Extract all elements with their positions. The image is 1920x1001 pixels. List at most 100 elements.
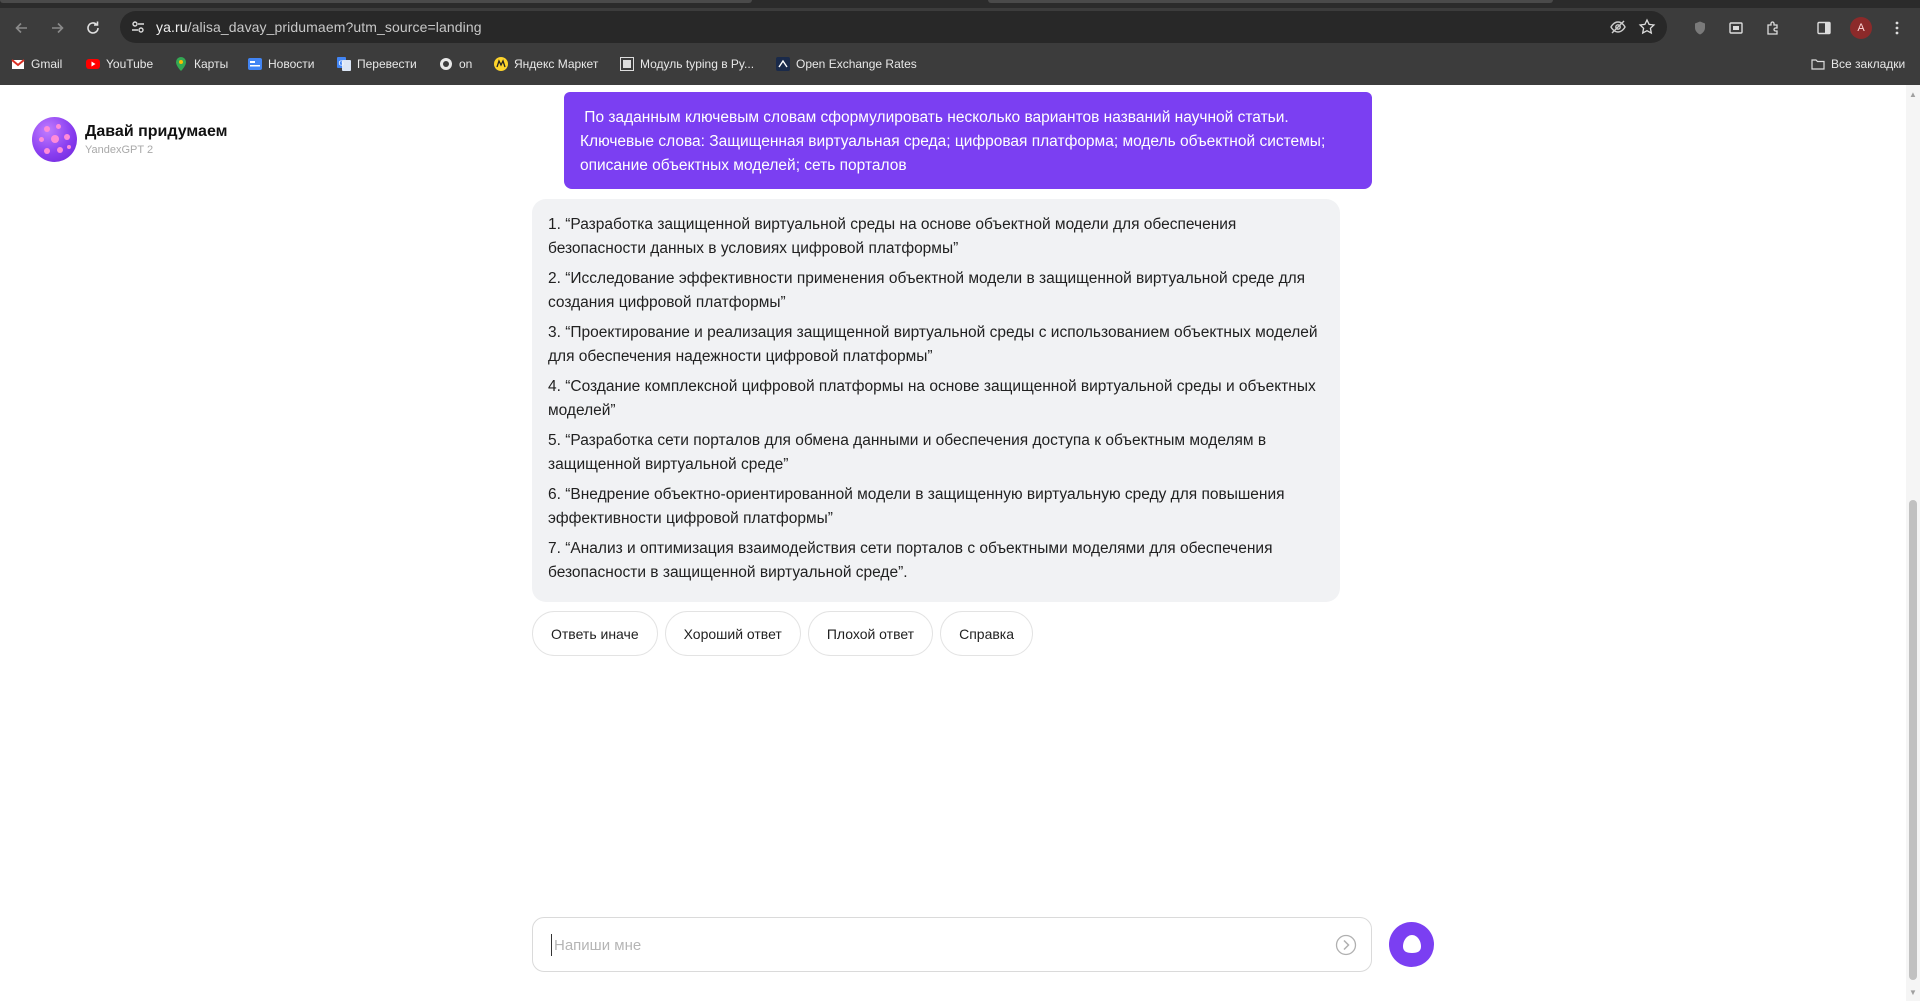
answer-item: 2. “Исследование эффективности применени… [548,270,1306,311]
bookmark-label: Open Exchange Rates [796,57,917,71]
assistant-name: Давай придумаем [85,122,228,140]
all-bookmarks-label: Все закладки [1831,57,1906,71]
youtube-icon [86,57,100,71]
forward-button[interactable] [44,15,70,41]
bookmark-gmail[interactable]: Gmail [11,54,62,74]
address-bar[interactable]: ya.ru/alisa_davay_pridumaem?utm_source=l… [120,11,1667,43]
answer-item: 3. “Проектирование и реализация защищенн… [548,324,1318,365]
extensions-button[interactable] [1763,18,1783,38]
bookmark-favicon-icon [620,57,634,71]
url-host: ya.ru [156,19,188,35]
assistant-header: Давай придумаем YandexGPT 2 [32,116,227,162]
send-icon [1335,934,1357,956]
url-path: /alisa_davay_pridumaem?utm_source=landin… [187,19,482,35]
bookmark-translate[interactable]: G Перевести [337,54,417,74]
reload-button[interactable] [80,15,106,41]
maps-icon [174,57,188,71]
side-panel-button[interactable] [1814,18,1834,38]
bookmark-label: on [459,57,473,71]
message-composer [532,917,1372,972]
bookmark-label: Карты [194,57,229,71]
url-text[interactable]: ya.ru/alisa_davay_pridumaem?utm_source=l… [156,19,482,35]
assistant-answer: 1. “Разработка защищенной виртуальной ср… [532,199,1340,602]
bookmark-label: Яндекс Маркет [514,57,599,71]
answer-item: 6. “Внедрение объектно-ориентированной м… [548,486,1285,527]
bookmark-star-button[interactable] [1637,17,1657,37]
window-icon [1729,22,1743,34]
tracking-protection-button[interactable] [1608,17,1628,37]
message-input[interactable] [551,934,1311,956]
bookmark-favicon-icon [776,57,790,71]
bookmark-market[interactable]: Яндекс Маркет [494,54,598,74]
arrow-right-icon [52,22,64,34]
bookmark-label: Модуль typing в Py... [640,57,755,71]
extension-window-button[interactable] [1726,18,1746,38]
logo-dot [64,133,70,140]
answer-differently-button[interactable]: Ответь иначе [532,611,658,656]
bookmark-typing-module[interactable]: Модуль typing в Py... [620,54,754,74]
bookmark-label: YouTube [106,57,154,71]
bookmark-label: Перевести [357,57,417,71]
bookmark-on[interactable]: on [439,54,472,74]
back-button[interactable] [9,15,35,41]
extension-shield-button[interactable] [1690,18,1710,38]
scroll-down-icon[interactable]: ▼ [1906,985,1920,999]
page-scrollbar[interactable]: ▲ ▼ [1906,85,1920,1001]
answer-item: 1. “Разработка защищенной виртуальной ср… [548,216,1237,257]
arrow-left-icon [15,22,27,34]
user-message-line: Ключевые слова: Защищенная виртуальная с… [580,133,1326,150]
answer-actions: Ответь иначе Хороший ответ Плохой ответ … [532,611,1034,657]
bookmarks-bar: Gmail YouTube Карты Новости G Перевести … [0,50,1920,78]
site-info-button[interactable] [128,17,148,37]
translate-icon: G [337,57,351,71]
bookmark-label: Gmail [31,57,63,71]
browser-menu-button[interactable] [1887,18,1907,38]
help-button[interactable]: Справка [940,611,1034,656]
tab-strip [0,0,1920,8]
logo-dot [39,136,44,142]
tab[interactable] [0,0,752,3]
tab[interactable] [988,0,1553,3]
send-button[interactable] [1335,934,1357,956]
answer-item: 5. “Разработка сети порталов для обмена … [548,432,1267,473]
scroll-up-icon[interactable]: ▲ [1906,87,1920,101]
logo-dot [44,147,50,154]
logo-dot [57,146,63,153]
bookmark-news[interactable]: Новости [248,54,314,74]
alice-icon [1402,934,1421,953]
folder-icon [1811,57,1825,71]
market-icon [494,57,508,71]
alice-voice-button[interactable] [1389,922,1434,967]
logo-dot [67,144,71,149]
user-message: По заданным ключевым словам сформулирова… [564,92,1372,189]
news-icon [248,57,262,71]
svg-text:G: G [339,60,344,68]
answer-item: 7. “Анализ и оптимизация взаимодействия … [548,540,1273,581]
side-panel-icon [1817,21,1831,35]
bookmark-maps[interactable]: Карты [174,54,228,74]
reload-icon [87,21,99,34]
logo-dot [44,125,50,132]
assistant-texts: Давай придумаем YandexGPT 2 [85,123,227,156]
kebab-menu-icon [1895,21,1899,35]
good-answer-button[interactable]: Хороший ответ [664,611,801,656]
bookmark-favicon-icon [439,57,453,71]
user-message-line: По заданным ключевым словам сформулирова… [580,109,1289,126]
eye-off-icon [1610,20,1626,34]
bookmark-youtube[interactable]: YouTube [86,54,153,74]
bookmark-open-exchange-rates[interactable]: Open Exchange Rates [776,54,917,74]
logo-dot [51,134,59,143]
answer-item: 4. “Создание комплексной цифровой платфо… [548,378,1316,419]
assistant-logo [32,116,77,162]
user-message-line: описание объектных моделей; сеть портало… [580,157,907,174]
profile-avatar[interactable]: A [1850,17,1872,39]
bad-answer-button[interactable]: Плохой ответ [807,611,934,656]
logo-dot [56,123,61,129]
browser-toolbar: ya.ru/alisa_davay_pridumaem?utm_source=l… [0,8,1920,46]
browser-chrome: ya.ru/alisa_davay_pridumaem?utm_source=l… [0,0,1920,85]
scrollbar-thumb[interactable] [1909,500,1917,980]
gmail-icon [11,57,25,71]
puzzle-icon [1767,21,1778,35]
bookmark-label: Новости [268,57,315,71]
all-bookmarks-button[interactable]: Все закладки [1811,54,1905,74]
